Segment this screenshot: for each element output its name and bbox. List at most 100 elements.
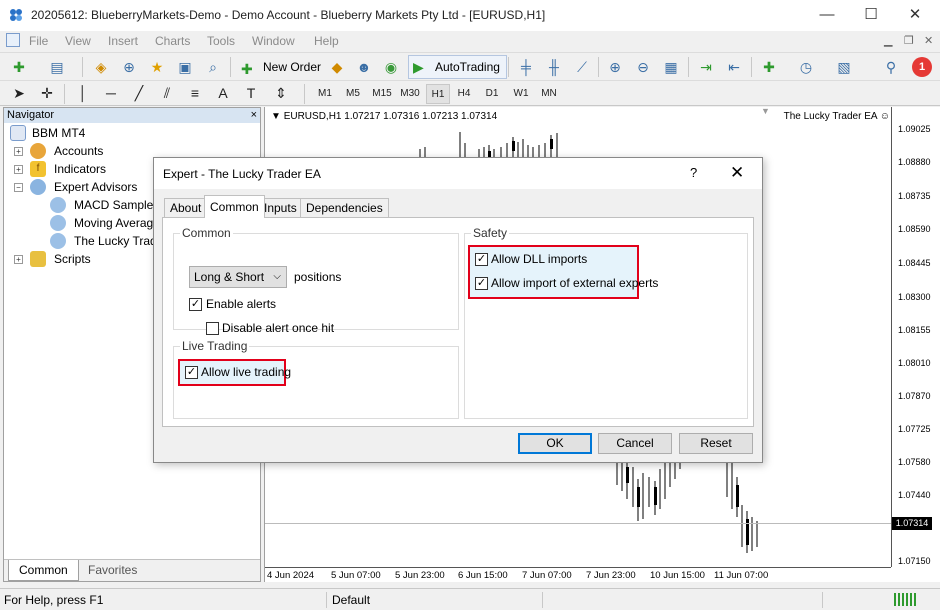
collapse-icon[interactable]: −: [14, 183, 23, 192]
timeframe-m1[interactable]: M1: [312, 84, 338, 104]
zoom-out-icon[interactable]: ⊖: [632, 56, 654, 78]
signals-icon[interactable]: ☻: [353, 56, 375, 78]
maximize-button[interactable]: ☐: [848, 0, 894, 31]
expand-icon[interactable]: +: [14, 147, 23, 156]
tab-inputs[interactable]: Inputs: [258, 198, 303, 217]
equidistant-channel-icon[interactable]: ⫽: [156, 82, 178, 104]
positions-select-value: Long & Short: [194, 270, 265, 284]
zoom-in-icon[interactable]: ⊕: [604, 56, 626, 78]
terminal-icon[interactable]: ▣: [174, 56, 196, 78]
expand-icon[interactable]: +: [14, 165, 23, 174]
line-chart-icon[interactable]: ⟋: [571, 56, 593, 78]
new-order-button[interactable]: ✚ New Order: [236, 55, 328, 79]
tile-windows-icon[interactable]: ▦: [660, 56, 682, 78]
vertical-line-icon[interactable]: │: [72, 82, 94, 104]
mdi-close-icon[interactable]: ✕: [924, 34, 933, 47]
allow-live-trading-checkbox[interactable]: ✓: [185, 366, 198, 379]
vps-icon[interactable]: ◉: [380, 56, 402, 78]
autotrading-button[interactable]: ▶ AutoTrading: [408, 55, 507, 79]
enable-alerts-checkbox[interactable]: ✓: [189, 298, 202, 311]
title-bar: 20205612: BlueberryMarkets-Demo - Demo A…: [0, 0, 940, 31]
candlestick-icon[interactable]: ╫: [543, 56, 565, 78]
tab-common[interactable]: Common: [204, 195, 265, 218]
menu-view[interactable]: View: [65, 34, 91, 48]
timeframe-mn[interactable]: MN: [536, 84, 562, 104]
menu-tools[interactable]: Tools: [207, 34, 235, 48]
timeframe-h1[interactable]: H1: [426, 84, 450, 104]
connection-status-icon[interactable]: [894, 593, 918, 606]
positions-label: positions: [294, 270, 342, 284]
menu-help[interactable]: Help: [314, 34, 339, 48]
dialog-close-button[interactable]: ✕: [730, 163, 744, 183]
chart-shift-icon[interactable]: ⇤: [723, 56, 745, 78]
strategy-tester-icon[interactable]: ⌕: [202, 56, 224, 78]
mdi-minimize-icon[interactable]: ▁: [884, 34, 892, 47]
search-icon[interactable]: ⚲: [880, 56, 902, 78]
menu-insert[interactable]: Insert: [108, 34, 138, 48]
disable-alert-checkbox[interactable]: [206, 322, 219, 335]
minimize-button[interactable]: —: [804, 0, 850, 31]
tree-item-label: Scripts: [54, 252, 91, 266]
periods-icon[interactable]: ◷: [795, 56, 817, 78]
navigator-icon[interactable]: ★: [146, 56, 168, 78]
tree-item-label: MACD Sample: [74, 198, 154, 212]
timeframe-d1[interactable]: D1: [480, 84, 504, 104]
trendline-icon[interactable]: ╱: [128, 82, 150, 104]
positions-select[interactable]: Long & Short ⌵: [189, 266, 287, 288]
status-bar: For Help, press F1 Default: [0, 588, 940, 610]
status-divider: [822, 592, 823, 608]
menu-window[interactable]: Window: [252, 34, 295, 48]
indicators-list-icon[interactable]: ✚: [758, 56, 780, 78]
notification-badge[interactable]: 1: [912, 57, 932, 77]
new-chart-icon[interactable]: ✚: [8, 56, 30, 78]
data-window-icon[interactable]: ⊕: [118, 56, 140, 78]
auto-scroll-icon[interactable]: ⇥: [695, 56, 717, 78]
cancel-button[interactable]: Cancel: [598, 433, 672, 454]
crosshair-icon[interactable]: ✛: [36, 82, 58, 104]
navigator-close-icon[interactable]: ×: [251, 108, 257, 123]
allow-dll-imports-checkbox[interactable]: ✓: [475, 253, 488, 266]
fibonacci-icon[interactable]: ≡: [184, 82, 206, 104]
price-label: 1.08735: [898, 191, 931, 201]
tab-dependencies[interactable]: Dependencies: [300, 198, 389, 217]
reset-button[interactable]: Reset: [679, 433, 753, 454]
timeframe-w1[interactable]: W1: [508, 84, 534, 104]
common-group: Common Long & Short ⌵ positions ✓ Enable…: [173, 226, 459, 335]
dialog-title: Expert - The Lucky Trader EA: [163, 167, 321, 181]
text-label-icon[interactable]: T: [240, 82, 262, 104]
disable-alert-label: Disable alert once hit: [222, 321, 335, 335]
close-button[interactable]: ✕: [892, 0, 938, 31]
profiles-icon[interactable]: ▤: [46, 56, 68, 78]
timeframe-m15[interactable]: M15: [368, 84, 396, 104]
cursor-icon[interactable]: ➤: [8, 82, 30, 104]
time-label: 7 Jun 07:00: [522, 570, 572, 581]
templates-icon[interactable]: ▧: [833, 56, 855, 78]
text-icon[interactable]: A: [212, 82, 234, 104]
tab-favorites[interactable]: Favorites: [78, 560, 147, 581]
bar-chart-icon[interactable]: ╪: [515, 56, 537, 78]
timeframe-h4[interactable]: H4: [452, 84, 476, 104]
current-price-tag: 1.07314: [892, 517, 932, 530]
expert-advisor-icon: [50, 233, 66, 249]
toolbar-divider: [230, 57, 231, 77]
ok-button[interactable]: OK: [518, 433, 592, 454]
market-watch-icon[interactable]: ◈: [90, 56, 112, 78]
arrows-icon[interactable]: ⇕: [270, 82, 292, 104]
timeframe-m30[interactable]: M30: [396, 84, 424, 104]
status-divider: [542, 592, 543, 608]
menu-charts[interactable]: Charts: [155, 34, 190, 48]
tab-about[interactable]: About: [164, 198, 208, 217]
chart-window-icon[interactable]: [6, 33, 20, 47]
mdi-restore-icon[interactable]: ❐: [904, 34, 914, 47]
metaeditor-icon[interactable]: ◆: [326, 56, 348, 78]
dialog-help-button[interactable]: ?: [690, 165, 697, 180]
time-label: 5 Jun 23:00: [395, 570, 445, 581]
menu-file[interactable]: File: [29, 34, 48, 48]
safety-group: Safety ✓ Allow DLL imports ✓ Allow impor…: [464, 226, 748, 419]
expand-icon[interactable]: +: [14, 255, 23, 264]
tab-common[interactable]: Common: [8, 560, 79, 581]
horizontal-line-icon[interactable]: ─: [100, 82, 122, 104]
time-label: 5 Jun 07:00: [331, 570, 381, 581]
allow-external-experts-checkbox[interactable]: ✓: [475, 277, 488, 290]
timeframe-m5[interactable]: M5: [340, 84, 366, 104]
